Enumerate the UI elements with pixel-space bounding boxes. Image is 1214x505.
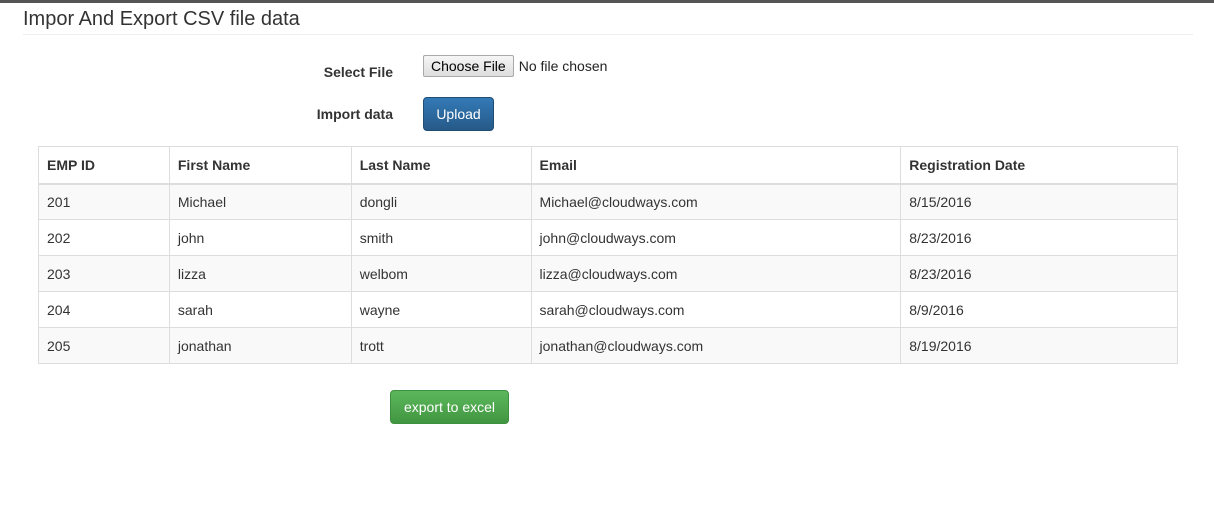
cell-emp-id: 203 xyxy=(38,255,170,292)
cell-email: jonathan@cloudways.com xyxy=(530,327,902,364)
title-divider xyxy=(23,34,1193,35)
column-header-last-name: Last Name xyxy=(350,146,532,185)
cell-emp-id: 202 xyxy=(38,219,170,256)
cell-last-name: wayne xyxy=(350,291,532,328)
table-row: 201 Michael dongli Michael@cloudways.com… xyxy=(38,183,1178,220)
cell-first-name: sarah xyxy=(168,291,352,328)
cell-email: lizza@cloudways.com xyxy=(530,255,902,292)
table-row: 202 john smith john@cloudways.com 8/23/2… xyxy=(38,219,1178,256)
cell-first-name: john xyxy=(168,219,352,256)
cell-registration-date: 8/15/2016 xyxy=(900,183,1178,220)
cell-email: sarah@cloudways.com xyxy=(530,291,902,328)
export-to-excel-button[interactable]: export to excel xyxy=(390,390,509,424)
cell-emp-id: 204 xyxy=(38,291,170,328)
top-border xyxy=(0,0,1214,3)
cell-emp-id: 201 xyxy=(38,183,170,220)
table-row: 203 lizza welbom lizza@cloudways.com 8/2… xyxy=(38,255,1178,292)
file-status-text: No file chosen xyxy=(518,58,608,74)
cell-last-name: smith xyxy=(350,219,532,256)
file-input[interactable]: Choose File No file chosen xyxy=(423,55,607,77)
cell-last-name: trott xyxy=(350,327,532,364)
column-header-first-name: First Name xyxy=(168,146,352,185)
cell-emp-id: 205 xyxy=(38,327,170,364)
cell-registration-date: 8/19/2016 xyxy=(900,327,1178,364)
cell-registration-date: 8/23/2016 xyxy=(900,255,1178,292)
cell-last-name: welbom xyxy=(350,255,532,292)
table-row: 204 sarah wayne sarah@cloudways.com 8/9/… xyxy=(38,291,1178,328)
cell-registration-date: 8/23/2016 xyxy=(900,219,1178,256)
cell-first-name: jonathan xyxy=(168,327,352,364)
select-file-label: Select File xyxy=(323,64,393,80)
cell-email: Michael@cloudways.com xyxy=(530,183,902,220)
column-header-email: Email xyxy=(530,146,902,185)
cell-first-name: lizza xyxy=(168,255,352,292)
employee-table: EMP ID First Name Last Name Email Regist… xyxy=(38,146,1178,364)
cell-first-name: Michael xyxy=(168,183,352,220)
table-header-row: EMP ID First Name Last Name Email Regist… xyxy=(38,146,1178,185)
cell-email: john@cloudways.com xyxy=(530,219,902,256)
choose-file-button[interactable]: Choose File xyxy=(423,55,514,77)
column-header-emp-id: EMP ID xyxy=(38,146,170,185)
cell-last-name: dongli xyxy=(350,183,532,220)
column-header-registration-date: Registration Date xyxy=(900,146,1178,185)
table-row: 205 jonathan trott jonathan@cloudways.co… xyxy=(38,327,1178,364)
cell-registration-date: 8/9/2016 xyxy=(900,291,1178,328)
import-data-label: Import data xyxy=(316,106,393,122)
page-title: Impor And Export CSV file data xyxy=(23,8,300,30)
upload-button[interactable]: Upload xyxy=(423,97,494,131)
